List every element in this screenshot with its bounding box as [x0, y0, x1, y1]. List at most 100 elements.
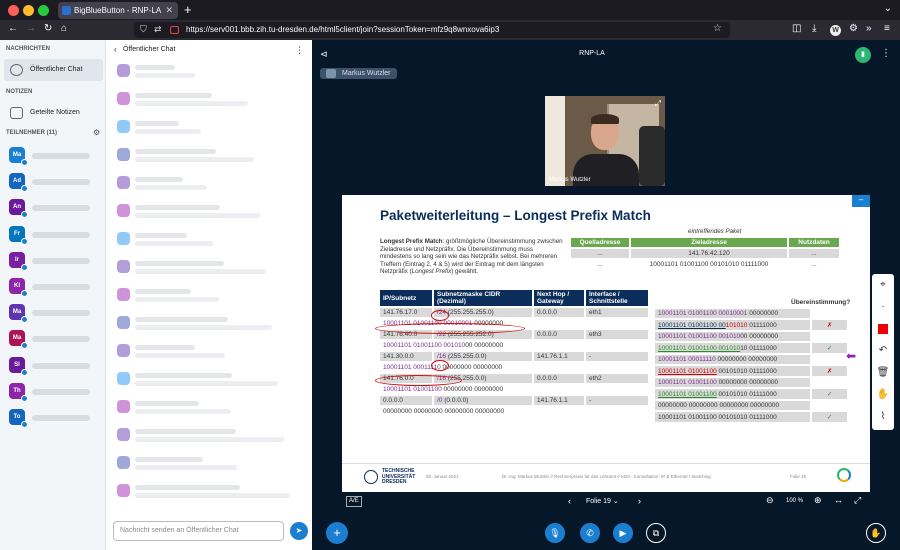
send-message-button[interactable]: ➤ [290, 522, 308, 540]
ae-toggle[interactable]: A/E [346, 496, 362, 507]
participant-row[interactable]: Sl [0, 354, 106, 378]
webcam-video[interactable]: ⤢ Markus Wutzler [545, 96, 665, 186]
home-icon[interactable]: ⌂ [61, 23, 67, 34]
status-badge [21, 316, 28, 324]
match-result: ✓ [826, 414, 833, 421]
connection-status-icon[interactable]: ▮ [855, 47, 871, 63]
bookmark-star-icon[interactable]: ☆ [713, 23, 722, 34]
previous-slide-icon[interactable]: ‹ [568, 496, 571, 506]
camera-sharing-icon[interactable] [170, 26, 179, 34]
back-icon[interactable]: ← [8, 23, 18, 34]
fullscreen-icon[interactable]: ⤢ [655, 99, 661, 109]
chat-message [117, 120, 297, 140]
poll-chart-icon[interactable]: ⌇ [876, 410, 890, 424]
minimize-window-icon[interactable] [23, 5, 34, 16]
chevron-left-icon[interactable]: ‹ [114, 40, 117, 60]
compare-route-row: 10001101 01001100 00010001 00000000 [655, 309, 847, 318]
compare-prefix: 10001101 01001100 00010001 [658, 310, 748, 317]
sidebar-item-shared-notes[interactable]: Geteilte Notizen [4, 102, 103, 124]
participant-row[interactable]: Ma [0, 301, 106, 325]
route-iface-cell: eth3 [586, 330, 648, 339]
route-hop-cell: 141.76.1.1 [534, 396, 584, 405]
participant-row[interactable]: An [0, 196, 106, 220]
zoom-in-icon[interactable]: ⊕ [814, 495, 822, 506]
route-row: 141.30.0.0/16 (255.255.0.0) 141.76.1.1 - [380, 352, 648, 361]
thickness-tool-icon[interactable]: · [876, 300, 890, 314]
participant-row[interactable]: Th [0, 380, 106, 404]
video-user-name: Markus Wutzler [549, 177, 591, 183]
url-bar[interactable]: ⛉ ⇄ https://serv001.bbb.zih.tu-dresden.d… [134, 22, 730, 38]
participant-row[interactable]: Ma [0, 144, 106, 168]
overflow-chevron-icon[interactable]: » [866, 23, 872, 34]
color-tool-icon[interactable] [876, 322, 890, 336]
slide-select[interactable]: Folie 19 ⌄ [586, 497, 619, 505]
meeting-options-icon[interactable]: ⋮ [881, 48, 891, 59]
menu-icon[interactable]: ≡ [884, 23, 890, 34]
slide-controls: A/E ‹ Folie 19 ⌄ › ⊖ 100 % ⊕ ↔ ⤢ [342, 492, 870, 512]
extension-icon[interactable]: ⚙ [849, 23, 858, 34]
avatar: Sl [9, 356, 28, 376]
fullscreen-presentation-icon[interactable]: ⤢ [854, 495, 861, 506]
route-ip: 141.30.0.0 [383, 353, 414, 360]
packet-row: ... 10001101 01001100 00101010 01111000 … [571, 260, 839, 269]
multi-user-whiteboard-icon[interactable]: ✋ [876, 388, 890, 402]
status-badge [21, 394, 28, 402]
phone-audio-button[interactable]: ✆ [580, 523, 600, 543]
presentation-slide[interactable]: – Paketweiterleitung – Longest Prefix Ma… [342, 195, 870, 492]
clear-trash-icon[interactable]: 🗑 [876, 366, 890, 380]
forward-icon[interactable]: → [26, 23, 36, 34]
pointer-tool-icon[interactable]: ⌖ [876, 278, 890, 292]
next-slide-icon[interactable]: › [638, 496, 641, 506]
chat-message-list [107, 64, 312, 514]
undo-icon[interactable]: ↶ [876, 344, 890, 358]
compare-packet-row: 10001101 01001100 00101010 01111000 ✗ [655, 366, 847, 376]
chat-message [117, 456, 297, 476]
chat-header: ‹ Öffentlicher Chat ⋮ [107, 40, 312, 60]
slide-intro-text: Longest Prefix Match: größtmögliche Über… [380, 238, 565, 276]
wordpress-extension-icon[interactable]: W [830, 25, 841, 36]
chat-options-icon[interactable]: ⋮ [295, 40, 304, 60]
sidebar-item-public-chat[interactable]: Öffentlicher Chat [4, 59, 103, 81]
close-tab-icon[interactable]: ✕ [165, 2, 173, 19]
avatar [117, 64, 130, 77]
route-iface-cell: - [586, 352, 648, 361]
maximize-window-icon[interactable] [38, 5, 49, 16]
screenshare-button[interactable]: ⧉ [646, 523, 666, 543]
participant-row[interactable]: Ir [0, 249, 106, 273]
url-text[interactable]: https://serv001.bbb.zih.tu-dresden.de/ht… [186, 22, 499, 38]
fit-width-icon[interactable]: ↔ [834, 495, 843, 505]
chat-message-input[interactable]: Nachricht senden an Öffentlicher Chat [113, 521, 284, 541]
participant-row[interactable]: Ma [0, 327, 106, 351]
zoom-out-icon[interactable]: ⊖ [766, 495, 774, 506]
downloads-icon[interactable]: ⤓ [812, 23, 816, 34]
participant-row[interactable]: Fr [0, 223, 106, 247]
compare-result-cell: ✗ [812, 320, 847, 330]
avatar: Ma [9, 330, 28, 350]
camera-button[interactable]: ▶ [613, 523, 633, 543]
pocket-icon[interactable]: ◫ [792, 23, 801, 34]
microphone-button[interactable]: 🎙 [545, 523, 565, 543]
zoom-level[interactable]: 100 % [786, 498, 803, 504]
actions-plus-button[interactable]: + [326, 522, 348, 544]
route-iface: eth3 [589, 331, 602, 338]
chat-message [117, 148, 297, 168]
avatar: An [9, 199, 28, 219]
permissions-icon[interactable]: ⇄ [154, 24, 162, 35]
minimize-presentation-button[interactable]: – [852, 195, 870, 207]
close-window-icon[interactable] [8, 5, 19, 16]
participant-row[interactable]: To [0, 406, 106, 430]
browser-tab[interactable]: BigBlueButton - RNP-LA ✕ [58, 2, 178, 19]
compare-rest: 00000000 00000000 [715, 356, 778, 363]
participant-row[interactable]: Ad [0, 170, 106, 194]
shield-icon[interactable]: ⛉ [140, 24, 147, 35]
whiteboard-toolbar: ⌖ · ↶ 🗑 ✋ ⌇ [872, 274, 894, 430]
participant-row[interactable]: Kl [0, 275, 106, 299]
footer-text: Dr.-Ing. Markus Wutzler // Rechnerpraxis… [502, 474, 711, 479]
chat-message [117, 64, 297, 84]
new-tab-button[interactable]: + [184, 2, 192, 17]
compare-packet-cell: 10001101 01001100 00101010 01111000 [655, 412, 811, 422]
raise-hand-button[interactable]: ✋ [866, 523, 886, 543]
reload-icon[interactable]: ↻ [44, 23, 52, 34]
participants-settings-gear-icon[interactable]: ⚙ [93, 128, 100, 137]
tab-list-icon[interactable]: ⌄ [884, 3, 892, 14]
